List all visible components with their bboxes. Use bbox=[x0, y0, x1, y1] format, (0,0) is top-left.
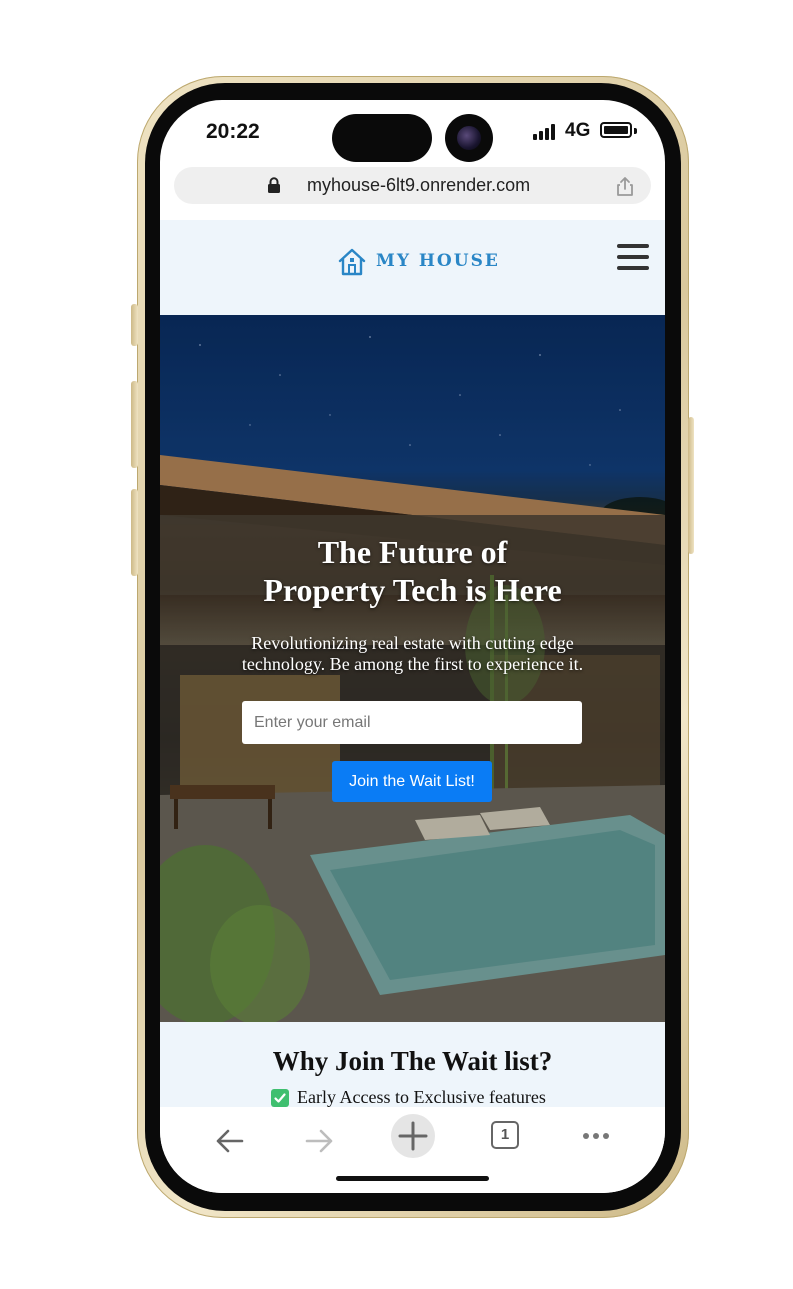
front-camera bbox=[445, 114, 493, 162]
network-label: 4G bbox=[565, 120, 591, 141]
hamburger-icon[interactable] bbox=[617, 244, 649, 270]
hero-title-line-2: Property Tech is Here bbox=[263, 572, 562, 608]
new-tab-button[interactable] bbox=[391, 1114, 435, 1158]
feature-item: Early Access to Exclusive features bbox=[297, 1087, 546, 1107]
house-icon[interactable] bbox=[337, 247, 367, 277]
address-bar[interactable]: myhouse-6lt9.onrender.com bbox=[174, 167, 651, 204]
hero-title-line-1: The Future of bbox=[317, 534, 508, 570]
checkbox-checked-icon bbox=[271, 1089, 289, 1107]
arrow-left-icon[interactable] bbox=[208, 1119, 252, 1163]
ellipsis-icon[interactable] bbox=[574, 1119, 618, 1163]
why-join-title: Why Join The Wait list? bbox=[272, 1046, 553, 1076]
why-join-section: Why Join The Wait list? Early Access to … bbox=[160, 1022, 665, 1112]
battery-icon bbox=[600, 122, 632, 138]
tab-switcher-button[interactable]: 1 bbox=[491, 1121, 519, 1149]
site-header: MY HOUSE bbox=[160, 220, 665, 315]
arrow-right-icon[interactable] bbox=[297, 1119, 341, 1163]
status-time: 20:22 bbox=[206, 120, 260, 143]
email-input[interactable] bbox=[242, 701, 582, 744]
camera-lens-icon bbox=[457, 126, 481, 150]
plus-icon bbox=[398, 1121, 428, 1151]
mute-switch bbox=[131, 304, 138, 346]
lock-icon bbox=[268, 177, 280, 193]
hero-section: The Future of Property Tech is Here Revo… bbox=[160, 315, 665, 1022]
volume-up-button bbox=[131, 381, 138, 468]
battery-tip bbox=[634, 128, 637, 134]
signal-icon bbox=[533, 124, 563, 140]
home-indicator bbox=[336, 1176, 489, 1181]
hero-subtitle: Revolutionizing real estate with cutting… bbox=[241, 633, 584, 674]
join-waitlist-button[interactable]: Join the Wait List! bbox=[332, 761, 492, 802]
dynamic-island bbox=[332, 114, 432, 162]
url-text[interactable]: myhouse-6lt9.onrender.com bbox=[307, 175, 530, 196]
volume-down-button bbox=[131, 489, 138, 576]
share-icon[interactable] bbox=[616, 176, 634, 196]
hero-title: The Future of Property Tech is Here bbox=[160, 533, 665, 609]
phone-screen: 20:22 4G myhouse-6lt9.onrender.com MY HO… bbox=[160, 100, 665, 1193]
logo-text[interactable]: MY HOUSE bbox=[376, 251, 500, 271]
power-button bbox=[688, 417, 694, 554]
